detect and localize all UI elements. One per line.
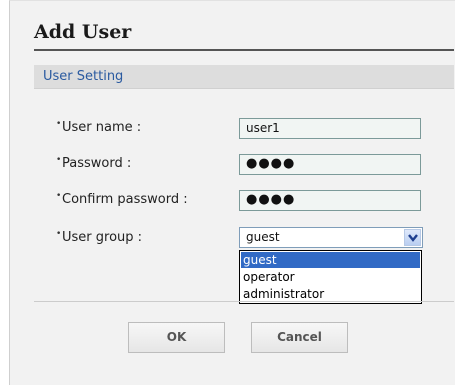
option-administrator[interactable]: administrator — [241, 286, 420, 302]
user-group-selected-value: guest — [246, 230, 280, 244]
confirm-password-input[interactable]: ●●●● — [239, 190, 421, 211]
required-bullet: • — [56, 155, 62, 165]
required-bullet: • — [56, 191, 62, 201]
username-input[interactable]: user1 — [239, 118, 421, 139]
password-input[interactable]: ●●●● — [239, 154, 421, 175]
username-label: User name : — [62, 120, 142, 135]
password-label: Password : — [62, 156, 132, 171]
add-user-dialog: Add User User Setting • User name : user… — [9, 0, 455, 385]
user-group-dropdown-list: guest operator administrator — [239, 250, 422, 304]
confirm-password-label: Confirm password : — [62, 192, 188, 207]
ok-button[interactable]: OK — [128, 322, 225, 353]
cancel-button[interactable]: Cancel — [251, 322, 348, 353]
title-divider — [34, 49, 454, 51]
option-operator[interactable]: operator — [241, 269, 420, 285]
required-bullet: • — [56, 229, 62, 239]
footer-divider — [34, 301, 454, 302]
required-bullet: • — [56, 119, 62, 129]
user-group-select[interactable]: guest — [239, 227, 423, 248]
chevron-down-icon — [408, 234, 418, 242]
section-title: User Setting — [43, 69, 124, 84]
dialog-title: Add User — [34, 21, 132, 43]
section-header: User Setting — [34, 65, 454, 89]
user-group-label: User group : — [62, 230, 143, 245]
dropdown-button[interactable] — [404, 229, 421, 246]
option-guest[interactable]: guest — [241, 252, 420, 268]
